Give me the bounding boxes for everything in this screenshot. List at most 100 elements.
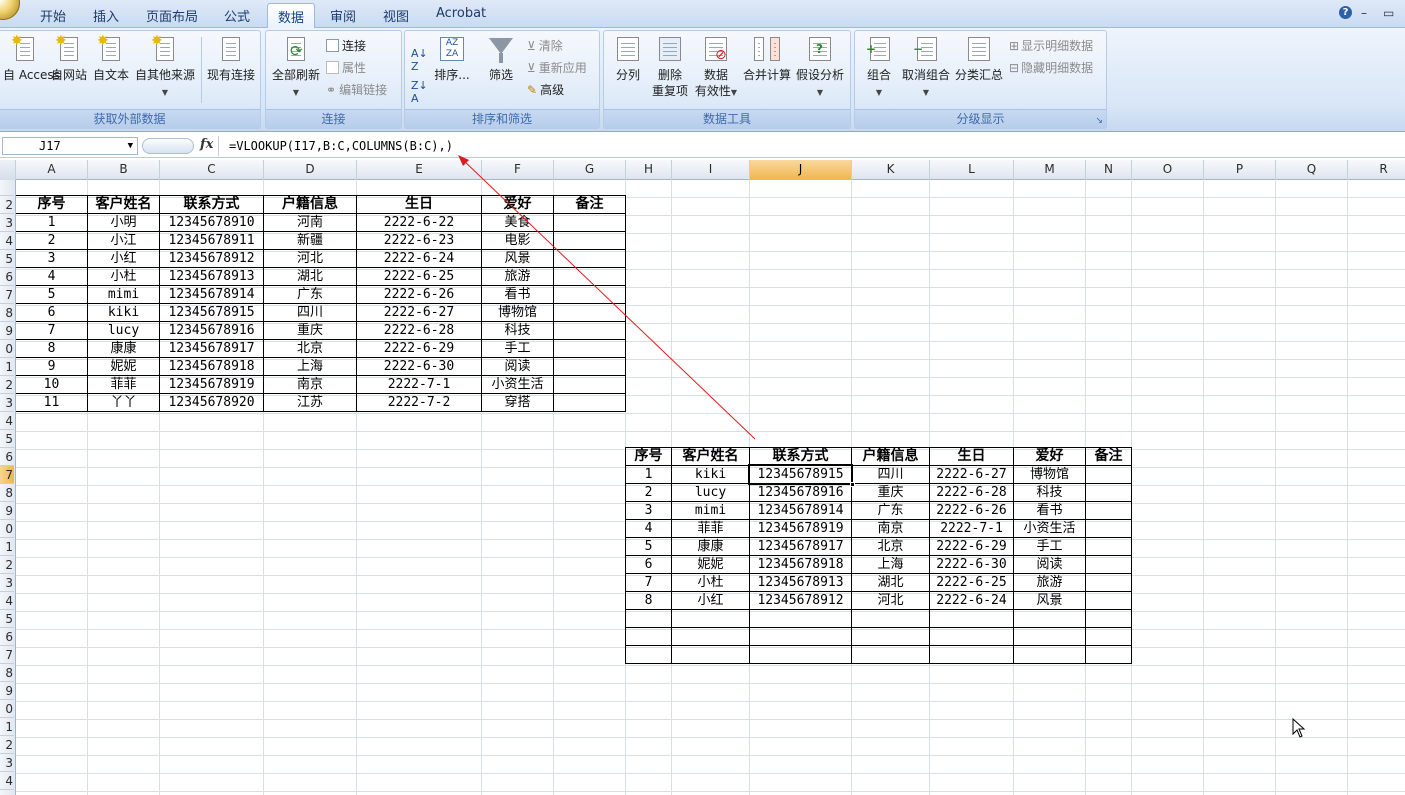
table-cell[interactable]: 湖北	[264, 268, 357, 286]
row-header[interactable]: 4	[0, 232, 14, 250]
row-header[interactable]: 1	[0, 358, 14, 376]
what-if-analysis-button[interactable]: ? 假设分析 ▼	[794, 33, 846, 101]
table-cell[interactable]: lucy	[672, 484, 750, 502]
row-header[interactable]: 1	[0, 538, 14, 556]
table-cell[interactable]: 2222-6-28	[357, 322, 482, 340]
table-cell[interactable]: 序号	[16, 196, 88, 214]
table-cell[interactable]	[1086, 592, 1132, 610]
table-cell[interactable]: 5	[16, 286, 88, 304]
table-cell[interactable]: 2222-6-24	[357, 250, 482, 268]
table-cell[interactable]: 12345678914	[750, 502, 852, 520]
row-header[interactable]: 4	[0, 772, 14, 790]
table-cell[interactable]: 小资生活	[1014, 520, 1086, 538]
row-header[interactable]: 0	[0, 700, 14, 718]
remove-duplicates-button[interactable]: 删除 重复项	[650, 33, 690, 99]
row-header[interactable]: 9	[0, 682, 14, 700]
table-cell[interactable]: 爱好	[1014, 448, 1086, 466]
row-header[interactable]: 0	[0, 340, 14, 358]
table-cell[interactable]: 生日	[357, 196, 482, 214]
table-cell[interactable]	[852, 646, 930, 664]
table-cell[interactable]	[672, 610, 750, 628]
table-cell[interactable]: 妮妮	[88, 358, 160, 376]
table-cell[interactable]	[672, 628, 750, 646]
table-cell[interactable]: 手工	[1014, 538, 1086, 556]
table-cell[interactable]: 北京	[852, 538, 930, 556]
filter-button[interactable]: 筛选	[481, 33, 521, 83]
table-cell[interactable]	[1086, 466, 1132, 484]
row-header[interactable]: 7	[0, 466, 14, 484]
tab-view[interactable]: 视图	[383, 6, 409, 25]
tab-formulas[interactable]: 公式	[224, 6, 250, 25]
table-cell[interactable]: 2222-6-28	[930, 484, 1014, 502]
chevron-down-icon[interactable]: ▼	[128, 138, 133, 154]
row-header[interactable]: 2	[0, 556, 14, 574]
tab-review[interactable]: 审阅	[330, 6, 356, 25]
table-cell[interactable]: 2222-6-30	[357, 358, 482, 376]
table-cell[interactable]: 8	[16, 340, 88, 358]
table-cell[interactable]: 11	[16, 394, 88, 412]
table-cell[interactable]: 2222-7-2	[357, 394, 482, 412]
row-header[interactable]: 9	[0, 502, 14, 520]
table-cell[interactable]: 备注	[554, 196, 626, 214]
table-cell[interactable]	[1086, 484, 1132, 502]
sort-desc-button[interactable]: Z↓ A	[411, 79, 428, 105]
table-cell[interactable]: 康康	[672, 538, 750, 556]
table-cell[interactable]: 2222-6-30	[930, 556, 1014, 574]
table-cell[interactable]: 2222-6-27	[357, 304, 482, 322]
table-cell[interactable]: 9	[16, 358, 88, 376]
table-cell[interactable]: 8	[626, 592, 672, 610]
table-cell[interactable]	[852, 610, 930, 628]
table-cell[interactable]	[852, 628, 930, 646]
table-cell[interactable]	[750, 610, 852, 628]
table-cell[interactable]: 四川	[264, 304, 357, 322]
table-cell[interactable]: 12345678913	[750, 574, 852, 592]
table-cell[interactable]	[1014, 646, 1086, 664]
table-cell[interactable]	[554, 358, 626, 376]
advanced-button[interactable]: ✎ 高级	[527, 81, 564, 98]
table-cell[interactable]: 博物馆	[1014, 466, 1086, 484]
table-cell[interactable]: 小资生活	[482, 376, 554, 394]
function-icon[interactable]: fx	[200, 137, 213, 152]
clear-button[interactable]: ⊻ 清除	[527, 37, 563, 54]
row-header[interactable]: 6	[0, 448, 14, 466]
table-cell[interactable]: 12345678916	[750, 484, 852, 502]
row-header[interactable]: 2	[0, 196, 14, 214]
restore-icon[interactable]: ▭	[1383, 6, 1394, 20]
table-cell[interactable]: 备注	[1086, 448, 1132, 466]
table-cell[interactable]: 2222-6-25	[930, 574, 1014, 592]
sort-asc-button[interactable]: A↓ Z	[411, 47, 428, 73]
consolidate-button[interactable]: 合并计算	[742, 33, 792, 83]
formula-input[interactable]: =VLOOKUP(I17,B:C,COLUMNS(B:C),)	[218, 136, 453, 156]
table-cell[interactable]: 丫丫	[88, 394, 160, 412]
tab-data[interactable]: 数据	[267, 3, 316, 29]
table-cell[interactable]: 小杜	[672, 574, 750, 592]
table-cell[interactable]: kiki	[88, 304, 160, 322]
row-header[interactable]: 3	[0, 394, 14, 412]
table-cell[interactable]: 旅游	[1014, 574, 1086, 592]
table-cell[interactable]: 12345678920	[160, 394, 264, 412]
column-header-I[interactable]: I	[672, 160, 750, 180]
table-cell[interactable]: 2222-6-24	[930, 592, 1014, 610]
column-header-E[interactable]: E	[357, 160, 482, 180]
table-cell[interactable]: 12345678913	[160, 268, 264, 286]
table-cell[interactable]: 户籍信息	[264, 196, 357, 214]
table-cell[interactable]: 1	[16, 214, 88, 232]
row-header[interactable]: 2	[0, 736, 14, 754]
table-cell[interactable]: 6	[626, 556, 672, 574]
table-cell[interactable]: 风景	[1014, 592, 1086, 610]
column-header-O[interactable]: O	[1132, 160, 1204, 180]
table-cell[interactable]: 阅读	[482, 358, 554, 376]
select-all-button[interactable]	[0, 160, 16, 180]
row-header[interactable]: 6	[0, 628, 14, 646]
column-header-R[interactable]: R	[1348, 160, 1405, 180]
table-cell[interactable]	[554, 268, 626, 286]
column-header-G[interactable]: G	[554, 160, 626, 180]
table-cell[interactable]	[672, 646, 750, 664]
table-cell[interactable]: 小红	[88, 250, 160, 268]
table-cell[interactable]: 小江	[88, 232, 160, 250]
table-cell[interactable]: 12345678916	[160, 322, 264, 340]
table-cell[interactable]: 2222-6-26	[357, 286, 482, 304]
table-cell[interactable]: 2222-6-29	[357, 340, 482, 358]
column-header-F[interactable]: F	[482, 160, 554, 180]
table-cell[interactable]: 广东	[264, 286, 357, 304]
